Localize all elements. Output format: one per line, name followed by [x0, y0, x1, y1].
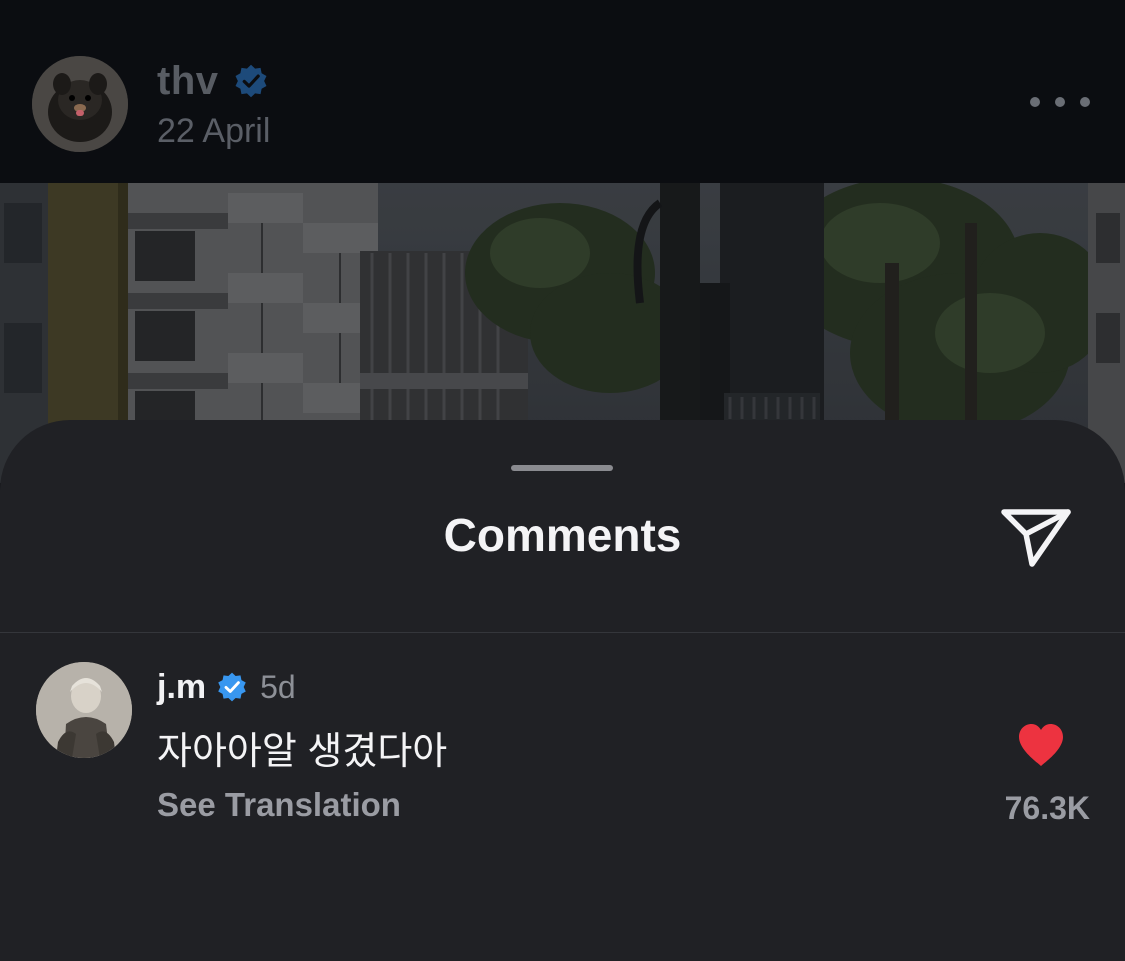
comment-header: j.m 5d — [157, 666, 296, 708]
post-header: thv 22 April — [0, 0, 1125, 183]
comment-text: 자아아알 생겼다아 — [157, 731, 448, 773]
sheet-grabber[interactable] — [511, 465, 613, 471]
post-date: 22 April — [157, 112, 271, 150]
see-translation-button[interactable]: See Translation — [157, 786, 401, 824]
more-horizontal-icon — [1030, 97, 1040, 107]
sheet-title: Comments — [443, 509, 682, 561]
more-options-button[interactable] — [1030, 90, 1090, 114]
comment-timestamp: 5d — [260, 668, 296, 705]
heart-icon[interactable] — [1016, 722, 1066, 768]
commenter-username[interactable]: j.m — [157, 668, 206, 707]
comments-sheet: Comments j.m 5d 자아아알 생겼다아 See Translatio… — [0, 420, 1125, 961]
like-count: 76.3K — [1004, 790, 1090, 826]
verified-badge-icon — [235, 64, 266, 98]
send-icon[interactable] — [998, 504, 1074, 570]
post-screen: thv 22 April Comments j.m 5d 자아아알 생겼다아 S… — [0, 0, 1125, 961]
commenter-avatar[interactable] — [36, 662, 132, 758]
post-author-username[interactable]: thv — [157, 59, 219, 104]
post-author-row: thv — [157, 58, 269, 104]
sheet-divider — [0, 632, 1125, 633]
verified-badge-icon — [218, 672, 246, 702]
post-author-avatar[interactable] — [32, 56, 128, 152]
